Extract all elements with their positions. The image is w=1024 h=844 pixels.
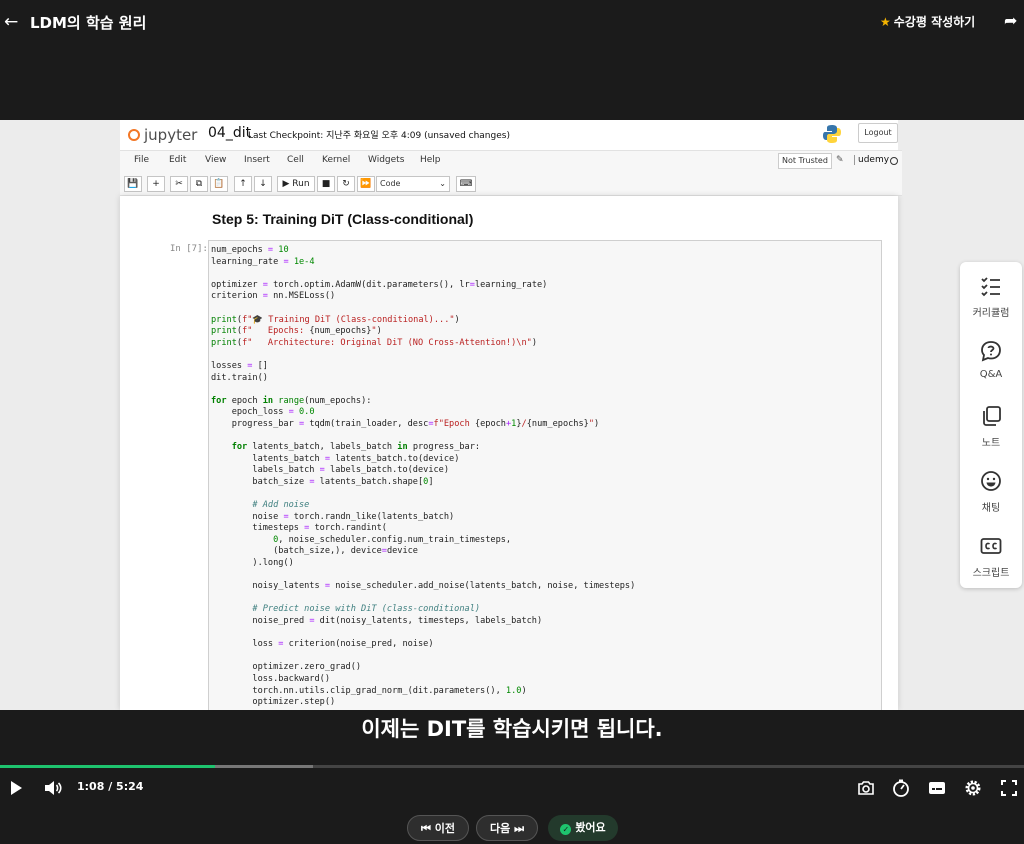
next-lecture-button[interactable]: 다음 ⏭ bbox=[476, 815, 538, 841]
star-icon: ★ bbox=[880, 15, 891, 29]
skip-forward-icon: ⏭ bbox=[514, 822, 524, 835]
sidepanel-label-curriculum: 커리큘럼 bbox=[972, 308, 1010, 319]
menu-help[interactable]: Help bbox=[420, 155, 441, 165]
move-down-icon[interactable]: ↓ bbox=[254, 176, 272, 192]
sidepanel-item-chat[interactable]: 채팅 bbox=[960, 461, 1022, 521]
top-bar: ← LDM의 학습 원리 ★ 수강평 작성하기 ➦ bbox=[0, 0, 1024, 44]
menu-widgets[interactable]: Widgets bbox=[368, 155, 404, 165]
sidepanel-item-note[interactable]: 노트 bbox=[960, 396, 1022, 456]
back-arrow-icon[interactable]: ← bbox=[4, 12, 20, 32]
skip-back-icon: ⏮ bbox=[421, 822, 431, 835]
sidepanel-item-curriculum[interactable]: 커리큘럼 bbox=[960, 266, 1022, 326]
cell-type-value: Code bbox=[380, 179, 401, 188]
lecture-title: LDM의 학습 원리 bbox=[30, 14, 147, 32]
side-panel: 커리큘럼 Q&A 노트 채팅 스크립트 bbox=[960, 262, 1022, 588]
notebook-name: 04_dit bbox=[208, 125, 252, 141]
cc-icon bbox=[980, 538, 1002, 554]
question-icon bbox=[981, 341, 1001, 362]
run-label: Run bbox=[292, 179, 310, 189]
smile-icon bbox=[981, 471, 1001, 491]
playback-speed-icon[interactable] bbox=[891, 778, 911, 798]
play-icon[interactable] bbox=[6, 778, 26, 798]
lecture-player: ← LDM의 학습 원리 ★ 수강평 작성하기 ➦ jupyter 04_dit … bbox=[0, 0, 1024, 844]
sidepanel-label-chat: 채팅 bbox=[981, 503, 1001, 514]
check-circle-icon: ✓ bbox=[560, 824, 572, 835]
add-cell-icon[interactable]: + bbox=[147, 176, 165, 192]
markdown-heading: Step 5: Training DiT (Class-conditional) bbox=[212, 211, 474, 227]
sidepanel-item-script[interactable]: 스크립트 bbox=[960, 526, 1022, 586]
kernel-name: udemy bbox=[854, 155, 889, 165]
kernel-status-icon bbox=[890, 157, 898, 165]
time-display: 1:08 / 5:24 bbox=[77, 780, 144, 793]
menu-file[interactable]: File bbox=[134, 155, 149, 165]
jupyter-logo-text: jupyter bbox=[144, 126, 198, 144]
jupyter-header: jupyter 04_dit Last Checkpoint: 지난주 화요일 … bbox=[120, 120, 898, 150]
previous-label: 이전 bbox=[434, 822, 455, 835]
jupyter-logo: jupyter bbox=[128, 126, 197, 144]
share-icon[interactable]: ➦ bbox=[1004, 11, 1017, 30]
chevron-down-icon: ⌄ bbox=[439, 179, 446, 188]
pencil-icon[interactable]: ✎ bbox=[836, 155, 844, 165]
mark-watched-label: 봤어요 bbox=[575, 821, 606, 834]
previous-lecture-button[interactable]: ⏮ 이전 bbox=[407, 815, 469, 841]
volume-icon[interactable] bbox=[43, 778, 63, 798]
sidepanel-item-qa[interactable]: Q&A bbox=[960, 331, 1022, 391]
jupyter-menubar: File Edit View Insert Cell Kernel Widget… bbox=[120, 150, 902, 172]
unsaved-label: (unsaved changes) bbox=[424, 131, 510, 141]
write-review-button[interactable]: ★ 수강평 작성하기 bbox=[880, 13, 975, 30]
camera-icon[interactable] bbox=[856, 778, 876, 798]
checkpoint-info: Last Checkpoint: 지난주 화요일 오후 4:09 (unsave… bbox=[248, 128, 510, 141]
copy-icon[interactable]: ⧉ bbox=[190, 176, 208, 192]
logout-button[interactable]: Logout bbox=[858, 123, 898, 143]
save-icon[interactable]: 💾 bbox=[124, 176, 142, 192]
run-button[interactable]: ▶ Run bbox=[277, 176, 315, 192]
menu-insert[interactable]: Insert bbox=[244, 155, 270, 165]
note-icon bbox=[983, 406, 1001, 426]
checklist-icon bbox=[981, 277, 1000, 297]
run-icon: ▶ bbox=[282, 179, 290, 189]
python-logo-icon bbox=[823, 125, 841, 143]
menu-edit[interactable]: Edit bbox=[169, 155, 186, 165]
next-label: 다음 bbox=[490, 822, 511, 835]
move-up-icon[interactable]: ↑ bbox=[234, 176, 252, 192]
checkpoint-label: Last Checkpoint: bbox=[248, 131, 324, 141]
menu-cell[interactable]: Cell bbox=[287, 155, 304, 165]
sidepanel-label-note: 노트 bbox=[981, 438, 1001, 449]
sidepanel-label-qa: Q&A bbox=[979, 369, 1003, 380]
gear-icon[interactable] bbox=[963, 778, 983, 798]
write-review-label: 수강평 작성하기 bbox=[893, 15, 976, 29]
notebook-page: Step 5: Training DiT (Class-conditional)… bbox=[120, 196, 898, 710]
code-text: num_epochs = 10 learning_rate = 1e-4 opt… bbox=[211, 245, 636, 708]
mark-watched-button[interactable]: ✓ 봤어요 bbox=[548, 815, 618, 841]
checkpoint-time: 지난주 화요일 오후 4:09 bbox=[326, 131, 422, 141]
cell-prompt: In [7]: bbox=[170, 244, 208, 254]
video-frame[interactable]: jupyter 04_dit Last Checkpoint: 지난주 화요일 … bbox=[0, 120, 1024, 710]
cell-type-select[interactable]: Code ⌄ bbox=[376, 176, 450, 192]
stop-icon[interactable]: ■ bbox=[317, 176, 335, 192]
cut-icon[interactable]: ✂ bbox=[170, 176, 188, 192]
jupyter-toolbar: 💾 + ✂ ⧉ 📋 ↑ ↓ ▶ Run ■ ↻ ⏩ Code ⌄ ⌨ bbox=[120, 172, 902, 196]
jupyter-ring-icon bbox=[128, 129, 140, 141]
sidepanel-label-script: 스크립트 bbox=[972, 568, 1010, 579]
menu-view[interactable]: View bbox=[205, 155, 226, 165]
player-controls: 1:08 / 5:24 bbox=[0, 768, 1024, 808]
paste-icon[interactable]: 📋 bbox=[210, 176, 228, 192]
code-cell[interactable]: num_epochs = 10 learning_rate = 1e-4 opt… bbox=[208, 240, 882, 710]
captions-icon[interactable] bbox=[927, 778, 947, 798]
not-trusted-badge[interactable]: Not Trusted bbox=[778, 153, 832, 169]
subtitle-caption: 이제는 DIT를 학습시키면 됩니다. bbox=[0, 710, 1024, 766]
fullscreen-icon[interactable] bbox=[999, 778, 1019, 798]
fast-forward-icon[interactable]: ⏩ bbox=[357, 176, 375, 192]
restart-icon[interactable]: ↻ bbox=[337, 176, 355, 192]
keyboard-icon[interactable]: ⌨ bbox=[456, 176, 476, 192]
menu-kernel[interactable]: Kernel bbox=[322, 155, 350, 165]
